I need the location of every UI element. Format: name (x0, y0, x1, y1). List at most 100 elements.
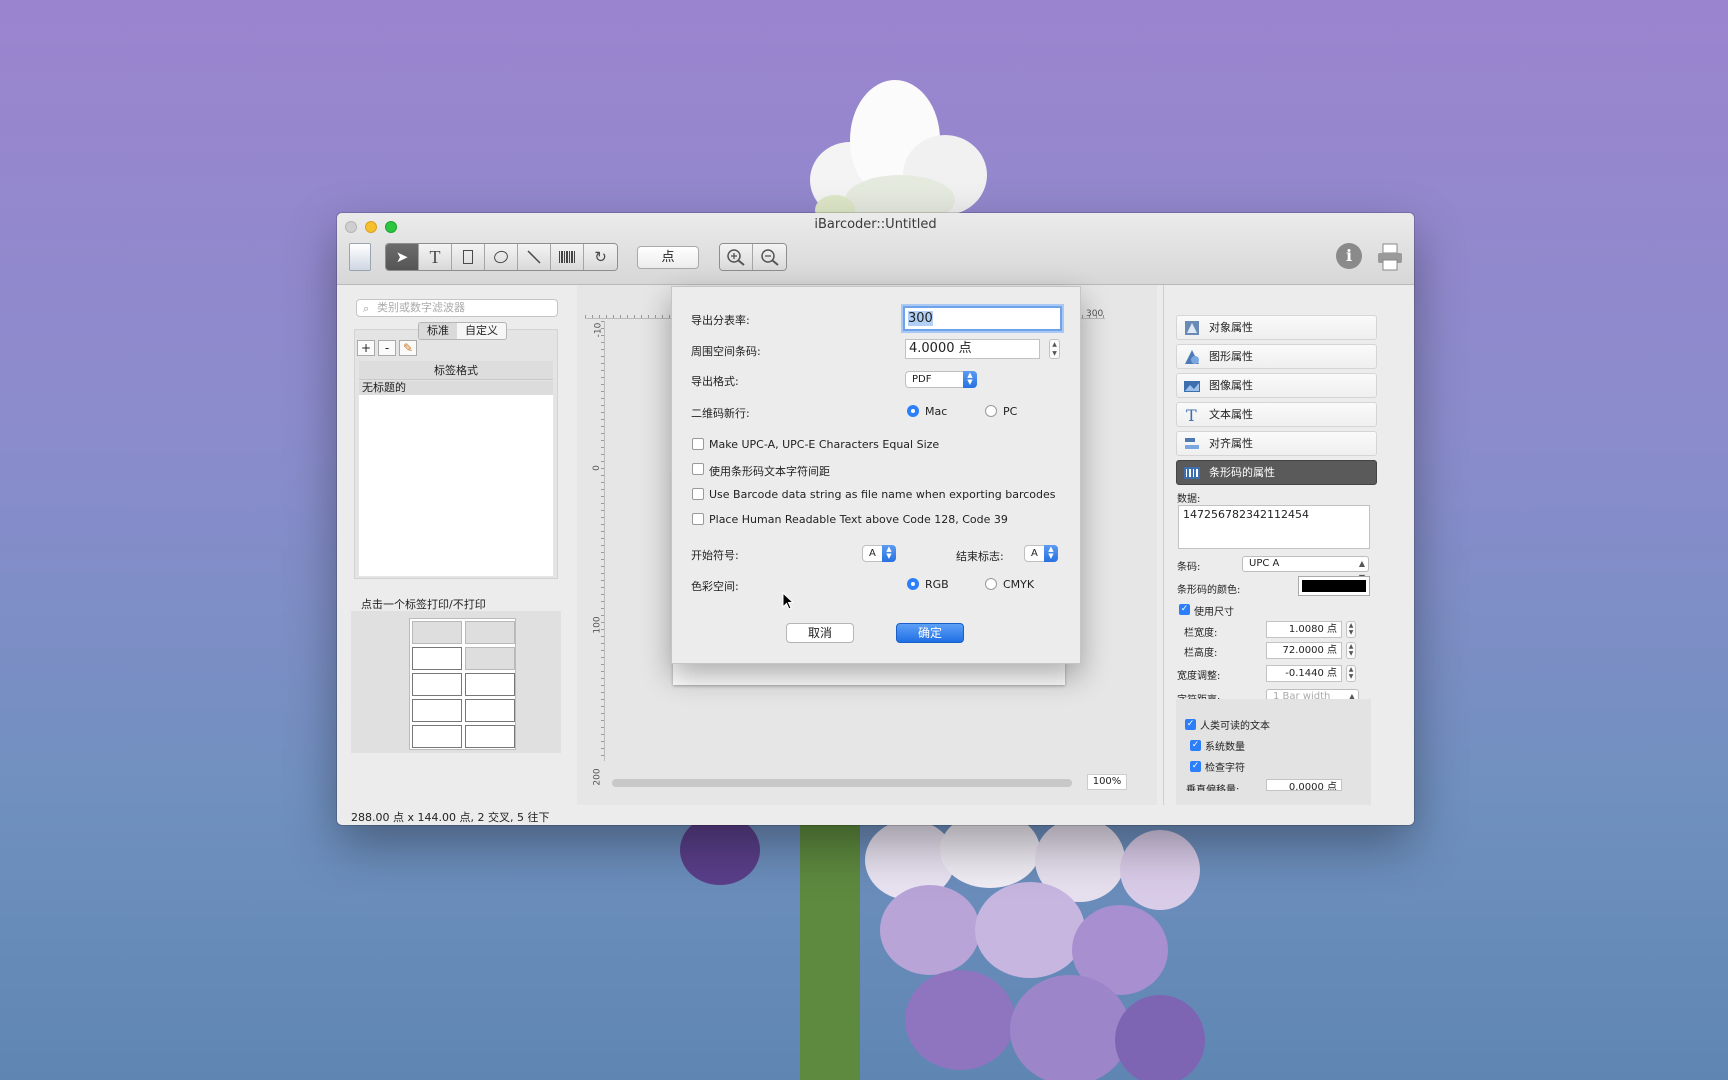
vertical-offset-label: 垂直偏移量: (1186, 785, 1240, 791)
rectangle-icon (463, 250, 473, 264)
image-properties-icon (1184, 381, 1200, 392)
bar-width-field[interactable]: 1.0080 点 (1266, 621, 1342, 638)
drawing-tools: ➤ T ↻ (385, 243, 618, 271)
rotate-tool-button[interactable]: ↻ (584, 244, 617, 270)
select-tool-button[interactable]: ➤ (386, 244, 419, 270)
unit-button[interactable]: 点 (637, 246, 699, 269)
data-as-filename-label: Use Barcode data string as file name whe… (709, 488, 1056, 501)
data-label: 数据: (1177, 494, 1201, 505)
text-char-spacing-checkbox[interactable] (692, 463, 704, 475)
label-cell[interactable] (465, 673, 515, 696)
upc-equal-size-label: Make UPC-A, UPC-E Characters Equal Size (709, 438, 940, 451)
qr-newline-label: 二维码新行: (691, 407, 750, 420)
qr-newline-mac-radio[interactable] (907, 405, 919, 417)
rotate-icon: ↻ (594, 248, 607, 266)
ellipse-tool-button[interactable] (485, 244, 518, 270)
export-resolution-input[interactable]: 300 (903, 306, 1062, 331)
label-cell[interactable] (412, 699, 462, 722)
search-input[interactable]: ⌕ 类别或数字滤波器 (356, 299, 558, 317)
barcode-type-select[interactable]: UPC A ▲▼ (1242, 556, 1369, 582)
label-cell[interactable] (412, 621, 462, 644)
bar-width-stepper[interactable]: ▲ ▼ (1346, 621, 1356, 638)
barcode-properties-icon (1184, 467, 1200, 479)
barcode-tool-button[interactable] (551, 244, 584, 270)
human-readable-checkbox[interactable]: ✓ (1185, 719, 1196, 730)
quiet-zone-label: 周围空间条码: (691, 345, 761, 358)
zoom-in-button[interactable] (720, 244, 753, 270)
label-cell[interactable] (465, 647, 515, 670)
pencil-icon: ✎ (402, 341, 414, 355)
text-tool-button[interactable]: T (419, 244, 452, 270)
export-resolution-label: 导出分表率: (691, 314, 750, 327)
text-properties-button[interactable]: T 文本属性 (1176, 402, 1377, 427)
width-adjust-field[interactable]: -0.1440 点 (1266, 665, 1342, 682)
label-cell[interactable] (465, 699, 515, 722)
export-settings-dialog: 导出分表率: 300 周围空间条码: 4.0000 点 ▲ ▼ 导出格式: PDF… (671, 286, 1081, 664)
ruler-label: 0 (591, 465, 602, 471)
end-char-label: 结束标志: (956, 550, 1004, 563)
bar-height-stepper[interactable]: ▲ ▼ (1346, 642, 1356, 659)
svg-text:T: T (1186, 406, 1197, 424)
vertical-offset-field[interactable]: 0.0000 点 (1266, 779, 1342, 791)
barcode-properties-button[interactable]: 条形码的属性 (1176, 460, 1377, 485)
tab-standard[interactable]: 标准 (419, 323, 457, 339)
zoom-out-button[interactable] (753, 244, 786, 270)
text-properties-icon: T (1186, 406, 1197, 424)
object-properties-button[interactable]: 对象属性 (1176, 315, 1377, 340)
ok-button[interactable]: 确定 (896, 623, 964, 643)
list-header: 标签格式 (359, 361, 553, 380)
barcode-properties-label: 条形码的属性 (1209, 466, 1275, 479)
list-item[interactable]: 无标题的 (359, 381, 553, 395)
check-char-checkbox[interactable]: ✓ (1190, 761, 1201, 772)
barcode-type-label: 条码: (1177, 562, 1201, 573)
qr-newline-pc-label: PC (1003, 405, 1018, 418)
start-char-label: 开始符号: (691, 549, 739, 562)
rectangle-tool-button[interactable] (452, 244, 485, 270)
label-cell[interactable] (465, 621, 515, 644)
color-space-cmyk-radio[interactable] (985, 578, 997, 590)
tab-custom[interactable]: 自定义 (457, 323, 506, 339)
quiet-zone-input[interactable]: 4.0000 点 (905, 339, 1040, 359)
add-button[interactable]: + (357, 340, 375, 356)
qr-newline-pc-radio[interactable] (985, 405, 997, 417)
export-format-select[interactable]: PDF ▲ ▼ (905, 371, 977, 388)
end-char-select[interactable]: A ▲ ▼ (1024, 545, 1058, 562)
text-above-checkbox[interactable] (692, 513, 704, 525)
upc-equal-size-checkbox[interactable] (692, 438, 704, 450)
edit-button[interactable]: ✎ (399, 340, 417, 356)
horizontal-scrollbar[interactable] (612, 779, 1072, 787)
cancel-button[interactable]: 取消 (786, 623, 854, 643)
align-properties-button[interactable]: 对齐属性 (1176, 431, 1377, 456)
sheet-preview-box (351, 611, 561, 753)
ruler-label: 100 (592, 616, 603, 634)
barcode-data-field[interactable]: 147256782342112454 (1178, 505, 1370, 549)
image-properties-button[interactable]: 图像属性 (1176, 373, 1377, 398)
color-space-rgb-radio[interactable] (907, 578, 919, 590)
width-adjust-label: 宽度调整: (1177, 671, 1221, 682)
quiet-zone-stepper[interactable]: ▲ ▼ (1049, 339, 1060, 359)
start-char-select[interactable]: A ▲ ▼ (862, 545, 896, 562)
label-cell[interactable] (412, 673, 462, 696)
search-icon: ⌕ (363, 302, 370, 315)
line-tool-button[interactable] (518, 244, 551, 270)
barcode-color-well[interactable] (1298, 576, 1370, 596)
bar-height-field[interactable]: 72.0000 点 (1266, 642, 1342, 659)
info-icon[interactable]: i (1336, 243, 1362, 269)
printer-icon[interactable] (1377, 243, 1403, 271)
text-char-spacing-label: 使用条形码文本字符间距 (709, 465, 830, 478)
width-adjust-stepper[interactable]: ▲ ▼ (1346, 665, 1356, 682)
data-as-filename-checkbox[interactable] (692, 488, 704, 500)
use-size-checkbox[interactable]: ✓ (1179, 604, 1190, 615)
graphic-properties-button[interactable]: 图形属性 (1176, 344, 1377, 369)
print-hint: 点击一个标签打印/不打印 (361, 598, 486, 611)
object-properties-icon (1185, 321, 1199, 335)
label-cell[interactable] (412, 647, 462, 670)
remove-button[interactable]: - (378, 340, 396, 356)
document-icon[interactable] (349, 243, 371, 271)
ruler-label: 200 (592, 768, 603, 786)
graphic-properties-label: 图形属性 (1209, 350, 1253, 363)
label-cell[interactable] (412, 725, 462, 748)
system-number-checkbox[interactable]: ✓ (1190, 740, 1201, 751)
zoom-level[interactable]: 100% (1087, 774, 1127, 790)
label-cell[interactable] (465, 725, 515, 748)
